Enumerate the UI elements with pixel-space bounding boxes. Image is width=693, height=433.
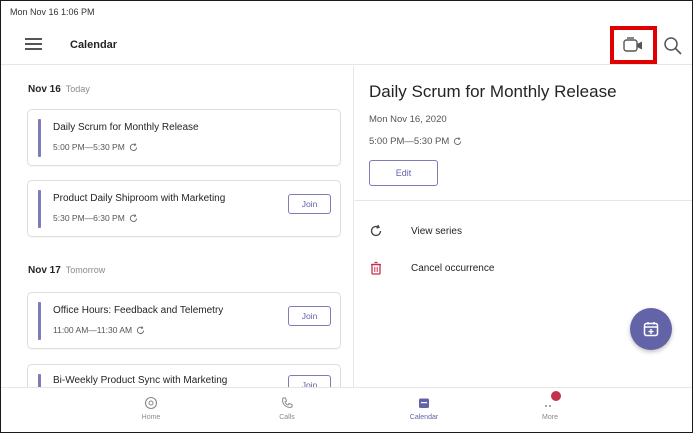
day-date: Nov 17 [28,265,61,276]
recurring-icon [369,224,383,238]
notification-badge [551,391,561,401]
meet-now-button[interactable] [610,26,657,64]
join-button[interactable]: Join [288,375,331,387]
recurring-icon [129,213,137,222]
event-color-bar [38,374,41,387]
event-title: Product Daily Shiproom with Marketing [53,193,226,204]
bottom-nav: Home Calls Calendar More [1,387,692,432]
search-button[interactable] [662,35,684,57]
event-time: 5:30 PM—6:30 PM [53,213,125,223]
event-card[interactable]: Office Hours: Feedback and Telemetry 11:… [27,292,341,349]
trash-icon [369,261,383,275]
nav-label: Calls [279,414,295,421]
agenda-list[interactable]: Nov 16 Today Daily Scrum for Monthly Rele… [1,66,354,387]
cancel-occurrence-label: Cancel occurrence [411,262,495,274]
edit-button[interactable]: Edit [369,160,438,186]
event-detail-time: 5:00 PM—5:30 PM [369,136,450,147]
event-title: Office Hours: Feedback and Telemetry [53,305,224,316]
event-time-row: 5:30 PM—6:30 PM [53,213,138,223]
event-time-row: 5:00 PM—5:30 PM [53,142,138,152]
event-card[interactable]: Daily Scrum for Monthly Release 5:00 PM—… [27,109,341,166]
day-relative: Today [65,84,90,94]
event-color-bar [38,190,41,228]
nav-item-more[interactable]: More [510,391,590,421]
recurring-icon [454,137,462,145]
recurring-icon [136,325,145,334]
nav-label: Calendar [409,414,439,421]
view-series-action[interactable]: View series [369,221,462,241]
event-time: 11:00 AM—11:30 AM [53,325,133,335]
more-icon [543,391,561,412]
nav-label: Home [141,414,161,421]
divider [355,200,692,201]
nav-item-calls[interactable]: Calls [247,394,327,421]
nav-item-calendar[interactable]: Calendar [384,394,464,421]
video-camera-icon [622,37,642,52]
search-icon [664,37,682,55]
page-title: Calendar [70,39,118,51]
new-event-button[interactable] [630,308,672,350]
event-card[interactable]: Product Daily Shiproom with Marketing 5:… [27,180,341,237]
phone-icon [280,394,294,412]
view-series-label: View series [411,225,462,237]
join-button[interactable]: Join [288,306,331,326]
event-color-bar [38,302,41,340]
home-icon [144,394,158,412]
calendar-icon [417,394,431,412]
event-time: 5:00 PM—5:30 PM [53,142,125,152]
event-card[interactable]: Bi-Weekly Product Sync with Marketing Jo… [27,364,341,387]
event-detail-title: Daily Scrum for Monthly Release [369,82,617,101]
event-title: Bi-Weekly Product Sync with Marketing [53,375,228,386]
cancel-occurrence-action[interactable]: Cancel occurrence [369,258,494,278]
day-header: Nov 16 Today [28,84,90,95]
calendar-add-icon [643,322,659,337]
teams-calendar-screen: Mon Nov 16 1:06 PM Calendar Nov 16 Today … [0,0,693,433]
event-detail-time-row: 5:00 PM—5:30 PM [369,136,462,147]
event-color-bar [38,119,41,157]
menu-icon[interactable] [25,38,42,51]
nav-item-home[interactable]: Home [111,394,191,421]
app-bar: Calendar [1,25,692,65]
event-detail-date: Mon Nov 16, 2020 [369,114,447,125]
join-button[interactable]: Join [288,194,331,214]
nav-label: More [542,414,558,421]
recurring-icon [129,142,137,151]
day-date: Nov 16 [28,84,61,95]
event-time-row: 11:00 AM—11:30 AM [53,325,145,335]
day-relative: Tomorrow [65,265,106,275]
event-title: Daily Scrum for Monthly Release [53,122,199,133]
day-header: Nov 17 Tomorrow [28,265,105,276]
status-bar-datetime: Mon Nov 16 1:06 PM [10,7,95,17]
